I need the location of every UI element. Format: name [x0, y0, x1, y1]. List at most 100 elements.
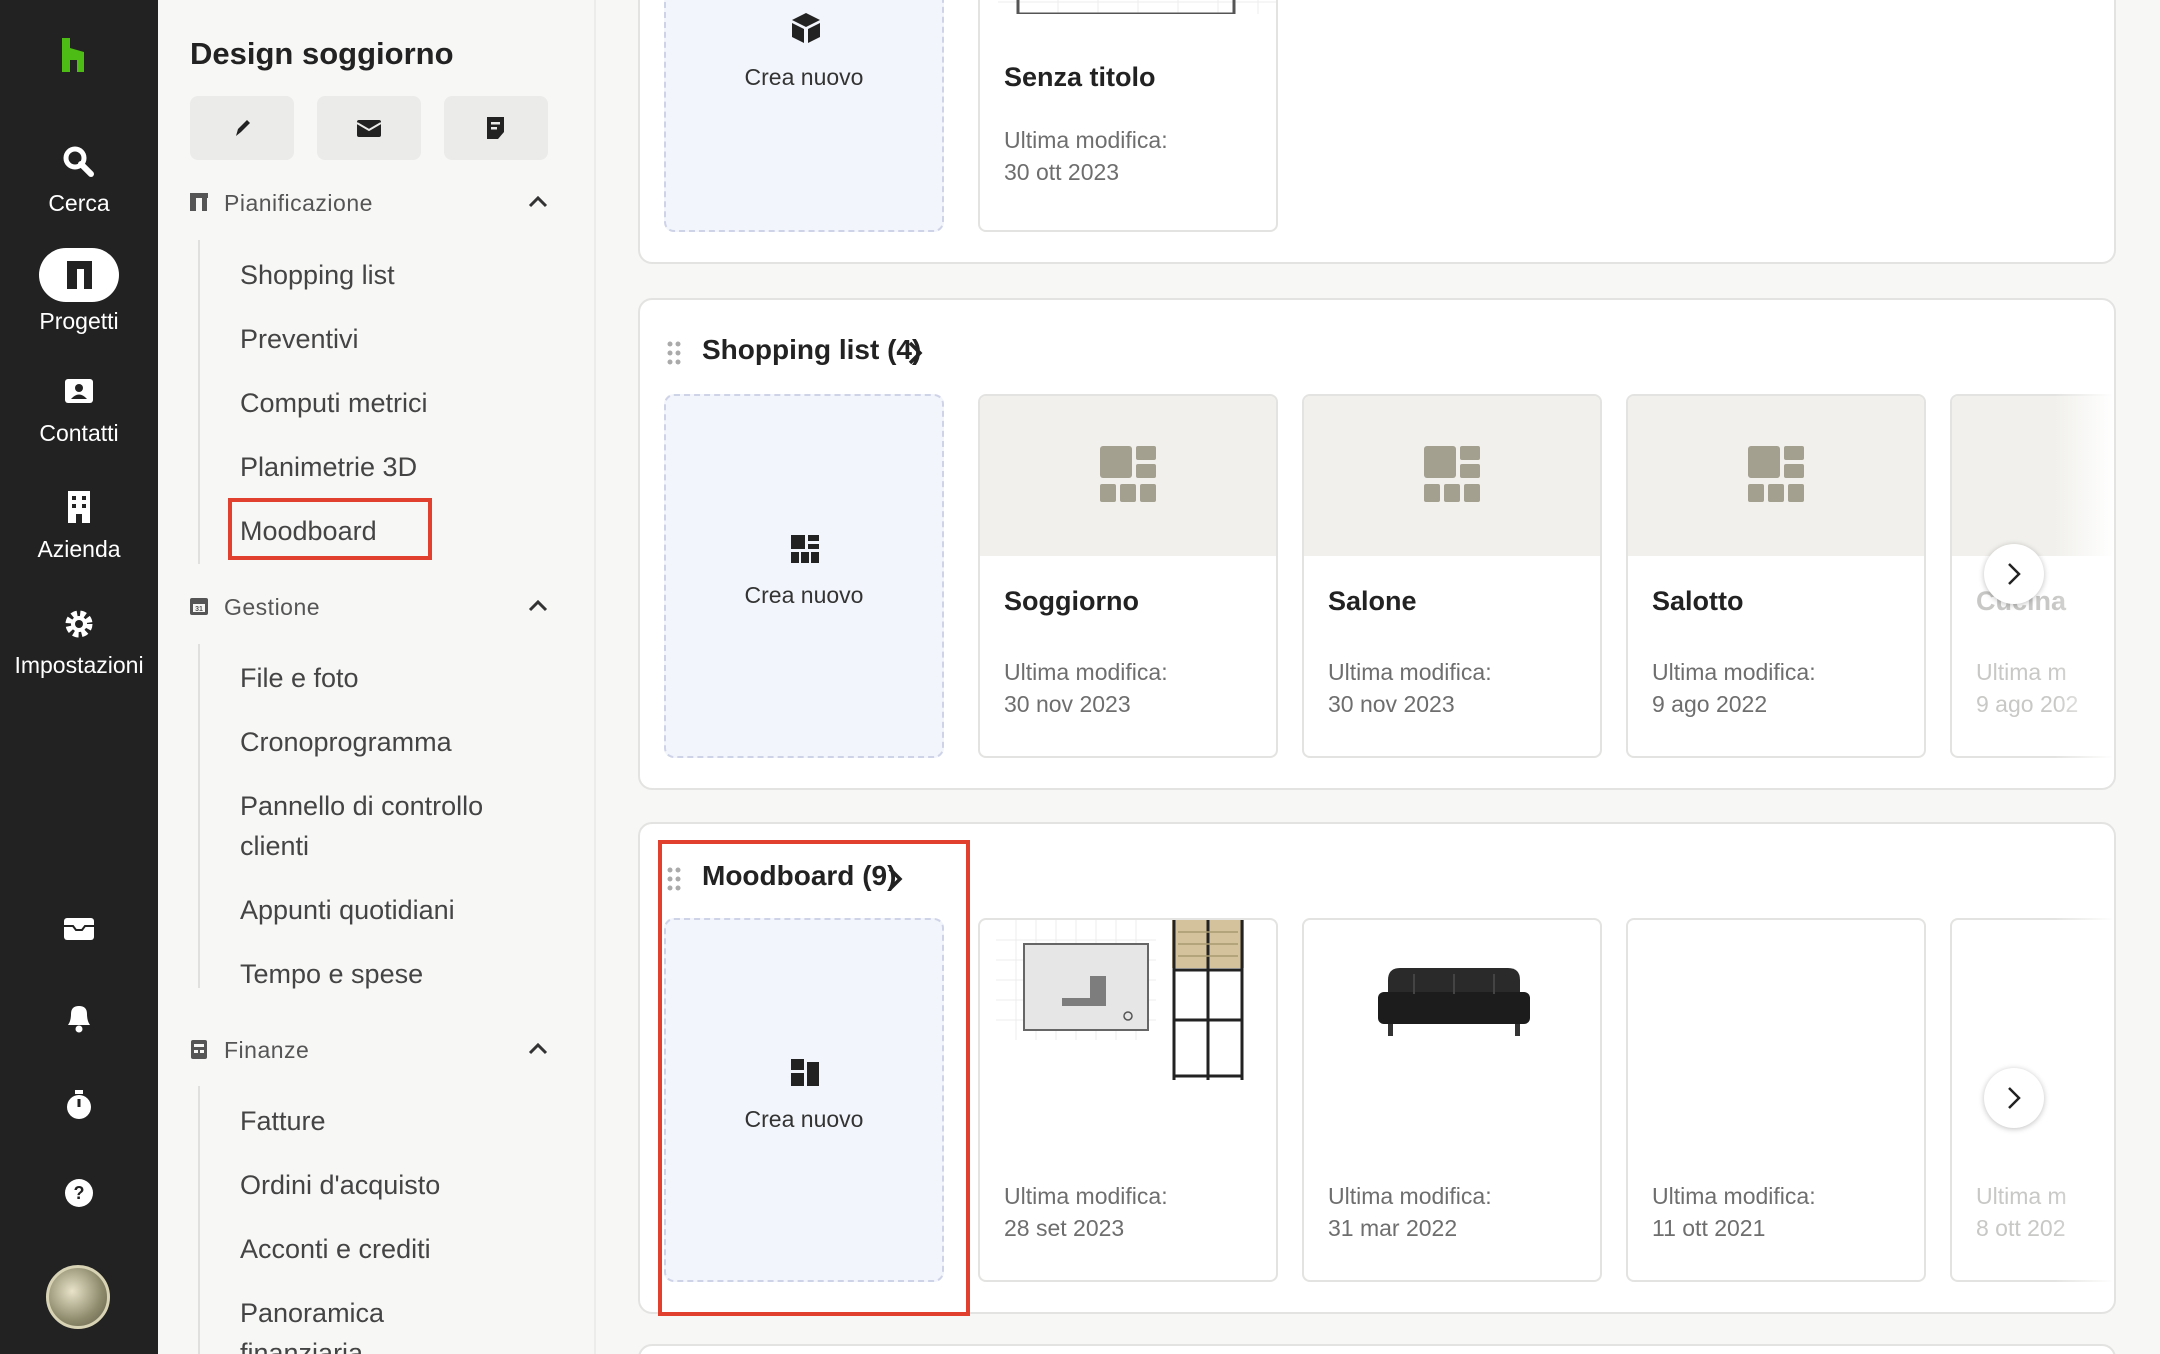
card-meta-label: Ultima modifica:: [1004, 659, 1168, 685]
moodboard-card-1[interactable]: Ultima modifica: 28 set 2023: [978, 918, 1278, 1282]
sidebar-item-planimetrie-3d[interactable]: Planimetrie 3D: [240, 447, 560, 487]
card-salotto[interactable]: Salotto Ultima modifica: 9 ago 2022: [1626, 394, 1926, 758]
edit-button[interactable]: [190, 96, 294, 160]
avatar[interactable]: [46, 1265, 110, 1329]
group-finanze-label: Finanze: [224, 1037, 310, 1063]
gear-icon: [65, 610, 93, 638]
help-icon[interactable]: ?: [56, 1170, 102, 1216]
floorplan-thumbnail: [998, 0, 1276, 14]
section-header[interactable]: Shopping list (4): [666, 332, 1006, 372]
group-line: [198, 644, 200, 988]
finance-icon: [191, 1040, 207, 1059]
moodboard-card-3[interactable]: Ultima modifica: 11 ott 2021: [1626, 918, 1926, 1282]
card-date: 9 ago 2022: [1652, 691, 1768, 717]
svg-text:31: 31: [195, 606, 203, 613]
card-meta-label: Ultima modifica:: [1004, 127, 1168, 153]
sidebar-item-computi-metrici[interactable]: Computi metrici: [240, 383, 560, 423]
scroll-fade: [2054, 394, 2114, 758]
moodboard-card-2[interactable]: Ultima modifica: 31 mar 2022: [1302, 918, 1602, 1282]
chevron-right-icon: [2008, 1087, 2021, 1109]
card-date: 31 mar 2022: [1328, 1215, 1458, 1241]
note-icon: [487, 117, 504, 139]
sidebar-item-fatture[interactable]: Fatture: [240, 1101, 560, 1141]
card-date: 30 nov 2023: [1328, 691, 1455, 717]
app-window: Cerca Progetti Contatti Azienda Impostaz…: [0, 0, 2160, 1354]
nav-projects-label: Progetti: [39, 308, 119, 334]
chevron-up-icon[interactable]: [526, 192, 550, 212]
card-date: 30 ott 2023: [1004, 159, 1120, 185]
chevron-up-icon[interactable]: [526, 1039, 550, 1059]
sidebar-item-shopping-list[interactable]: Shopping list: [240, 255, 560, 295]
moodboard-highlight-box: [228, 498, 432, 560]
card-title: Senza titolo: [1004, 62, 1156, 92]
shopping-list-placeholder-icon: [1424, 446, 1480, 502]
nav-settings[interactable]: Impostazioni: [0, 602, 158, 679]
sidebar-item-tempo-e-spese[interactable]: Tempo e spese: [240, 954, 560, 994]
edit-icon: [236, 120, 250, 136]
card-senza-titolo[interactable]: Senza titolo Ultima modifica: 30 ott 202…: [978, 0, 1278, 232]
card-date: 30 nov 2023: [1004, 691, 1131, 717]
projects-icon: [67, 261, 92, 289]
card-meta-label: Ultima modifica:: [1652, 659, 1816, 685]
chevron-right-icon[interactable]: [906, 340, 924, 366]
sidebar-item-panoramica-finanziaria[interactable]: Panoramica finanziaria: [240, 1293, 500, 1354]
card-salone[interactable]: Salone Ultima modifica: 30 nov 2023: [1302, 394, 1602, 758]
group-finanze[interactable]: Finanze: [188, 1031, 568, 1071]
drag-handle-icon[interactable]: [666, 340, 682, 366]
bell-icon[interactable]: [56, 994, 102, 1040]
note-button[interactable]: [444, 96, 548, 160]
moodboard-thumbnail-floorplan-shelf: [996, 920, 1246, 1080]
nav-projects[interactable]: Progetti: [0, 248, 158, 335]
card-title: Salone: [1328, 586, 1417, 616]
section-next-partial: [638, 1344, 2116, 1354]
contacts-icon: [65, 379, 93, 403]
nav-settings-label: Impostazioni: [14, 652, 144, 678]
card-meta-label: Ultima modifica:: [1328, 1183, 1492, 1209]
chevron-up-icon[interactable]: [526, 596, 550, 616]
sidebar-item-ordini-acquisto[interactable]: Ordini d'acquisto: [240, 1165, 560, 1205]
create-new-label: Crea nuovo: [744, 582, 864, 608]
building-icon: [68, 491, 90, 523]
shopping-list-placeholder-icon: [1100, 446, 1156, 502]
card-meta-label: Ultima modifica:: [1004, 1183, 1168, 1209]
group-gestione[interactable]: 31 Gestione: [188, 588, 568, 628]
create-new-card[interactable]: Crea nuovo: [664, 0, 944, 232]
create-new-card[interactable]: Crea nuovo: [664, 394, 944, 758]
inbox-icon[interactable]: [56, 906, 102, 952]
sidebar-item-appunti-quotidiani[interactable]: Appunti quotidiani: [240, 890, 560, 930]
houzz-logo-icon[interactable]: [60, 38, 92, 72]
search-icon: [63, 146, 94, 177]
sidebar-item-pannello-clienti[interactable]: Pannello di controllo clienti: [240, 786, 540, 866]
group-line: [198, 1086, 200, 1354]
nav-company[interactable]: Azienda: [0, 486, 158, 563]
group-gestione-label: Gestione: [224, 594, 321, 620]
card-date: 11 ott 2021: [1652, 1215, 1766, 1241]
card-thumbnail: [1304, 396, 1600, 556]
section-title[interactable]: Shopping list (4): [702, 334, 921, 366]
carousel-next-button[interactable]: [1984, 544, 2044, 604]
group-pianificazione-label: Pianificazione: [224, 190, 373, 216]
carousel-next-button[interactable]: [1984, 1068, 2044, 1128]
scroll-fade: [2054, 918, 2114, 1282]
timer-icon[interactable]: [56, 1082, 102, 1128]
message-button[interactable]: [317, 96, 421, 160]
sidebar-item-cronoprogramma[interactable]: Cronoprogramma: [240, 722, 560, 762]
nav-search[interactable]: Cerca: [0, 140, 158, 217]
main-content: Crea nuovo Senza titolo Ultima modifica:…: [596, 0, 2160, 1354]
sidebar-item-acconti-crediti[interactable]: Acconti e crediti: [240, 1229, 560, 1269]
projects-active-pill: [39, 248, 119, 302]
sidebar-item-file-e-foto[interactable]: File e foto: [240, 658, 560, 698]
card-thumbnail: [980, 396, 1276, 556]
shopping-list-icon: [791, 535, 819, 563]
group-pianificazione[interactable]: Pianificazione: [188, 184, 568, 224]
section-top-partial: Crea nuovo Senza titolo Ultima modifica:…: [638, 0, 2116, 264]
card-soggiorno[interactable]: Soggiorno Ultima modifica: 30 nov 2023: [978, 394, 1278, 758]
create-new-label: Crea nuovo: [744, 64, 864, 90]
nav-search-label: Cerca: [48, 190, 110, 216]
group-line: [198, 240, 200, 564]
sidebar-item-preventivi[interactable]: Preventivi: [240, 319, 560, 359]
card-title: Salotto: [1652, 586, 1744, 616]
nav-contacts[interactable]: Contatti: [0, 370, 158, 447]
project-title: Design soggiorno: [190, 36, 454, 71]
nav-company-label: Azienda: [37, 536, 121, 562]
